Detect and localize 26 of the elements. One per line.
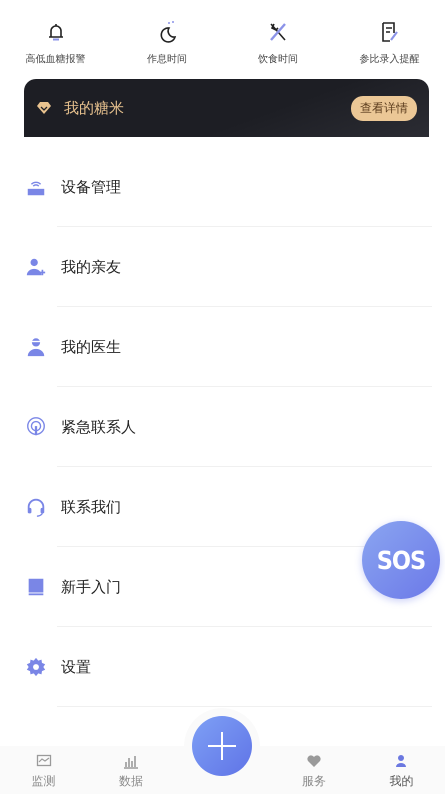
menu-item[interactable]: 我的亲友 <box>61 258 121 276</box>
menu-item[interactable]: 新手入门 <box>61 578 121 596</box>
tab[interactable]: 数据 <box>87 746 174 794</box>
membership-title: 我的糖米 <box>64 98 125 118</box>
details-button[interactable]: 查看详情 <box>351 96 417 120</box>
menu-item[interactable]: 我的医生 <box>61 338 121 356</box>
bar-chart-icon <box>122 753 139 769</box>
heart-icon <box>306 753 322 769</box>
add-button[interactable] <box>192 716 252 776</box>
chart-icon <box>36 753 52 769</box>
doctor-icon <box>25 336 47 358</box>
shortcut-label[interactable]: 高低血糖报警 <box>26 52 86 66</box>
menu-item[interactable]: 设置 <box>61 658 91 676</box>
tab[interactable]: 我的 <box>358 746 445 794</box>
diamond-icon <box>36 101 52 115</box>
person-add-icon <box>25 256 47 278</box>
headset-icon <box>25 496 47 518</box>
tab[interactable]: 监测 <box>0 746 88 794</box>
shortcut-label[interactable]: 参比录入提醒 <box>359 52 420 66</box>
menu-item[interactable]: 联系我们 <box>61 498 121 516</box>
broadcast-icon <box>25 416 47 438</box>
menu-item[interactable]: 设备管理 <box>61 178 121 196</box>
menu-item[interactable]: 紧急联系人 <box>61 418 136 436</box>
gear-icon <box>25 656 47 678</box>
shortcut-label[interactable]: 饮食时间 <box>258 52 298 66</box>
shortcut-label[interactable]: 作息时间 <box>146 52 187 66</box>
